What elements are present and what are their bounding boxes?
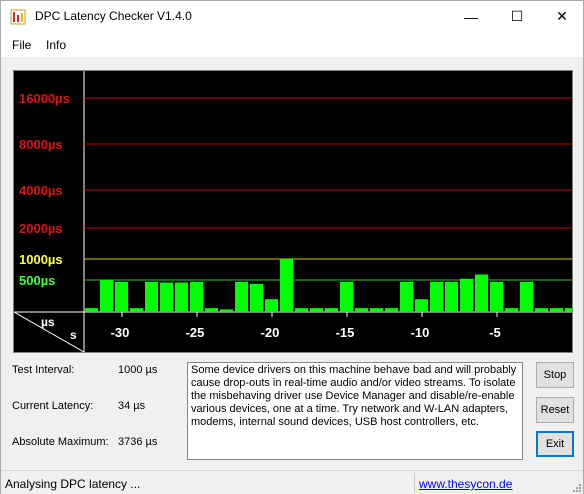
latency-bar: [460, 278, 473, 312]
y-axis-label: 16000µs: [19, 91, 70, 106]
latency-bar: [400, 281, 413, 312]
test-interval-label: Test Interval:: [12, 364, 75, 376]
latency-graph-canvas: µs s 16000µs 8000µs 4000µs 2000µs 1000µs 500µs -…: [14, 71, 572, 352]
latency-bar: [490, 281, 503, 312]
absolute-maximum-label: Absolute Maximum:: [12, 436, 109, 448]
title-bar[interactable]: DPC Latency Checker V1.4.0 — ☐ ✕: [1, 1, 583, 33]
y-axis-label: 2000µs: [19, 221, 63, 236]
latency-bar: [310, 308, 323, 312]
y-axis-label: 1000µs: [19, 252, 63, 267]
x-tick-label: -30: [111, 325, 130, 340]
maximize-button[interactable]: ☐: [494, 1, 540, 32]
x-tick-label: -15: [336, 325, 355, 340]
y-axis-label: 8000µs: [19, 137, 63, 152]
latency-bar: [505, 308, 518, 312]
status-separator: [414, 473, 415, 493]
latency-bar: [370, 308, 383, 312]
latency-bar: [220, 309, 233, 312]
current-latency-label: Current Latency:: [12, 400, 94, 412]
latency-bar: [130, 308, 143, 312]
latency-bar: [160, 282, 173, 312]
latency-bar: [265, 299, 278, 312]
y-axis-label: 500µs: [19, 273, 55, 288]
stop-button[interactable]: Stop: [536, 362, 574, 388]
latency-bar: [295, 308, 308, 312]
minimize-button[interactable]: —: [448, 1, 494, 32]
exit-button[interactable]: Exit: [536, 431, 574, 457]
latency-bar: [325, 308, 338, 312]
x-tick-label: -25: [186, 325, 205, 340]
x-tick-label: -20: [261, 325, 280, 340]
status-bar: Analysing DPC latency ... www.thesycon.d…: [1, 470, 583, 494]
latency-graph: µs s 16000µs 8000µs 4000µs 2000µs 1000µs 500µs -…: [13, 70, 573, 353]
latency-bar: [385, 308, 398, 312]
latency-bar: [565, 308, 572, 312]
current-latency-value: 34 µs: [118, 400, 146, 412]
latency-bar: [205, 308, 218, 312]
corner-unit-us: µs: [41, 315, 55, 329]
resize-grip-icon[interactable]: [571, 482, 581, 492]
latency-bar: [280, 259, 293, 312]
minimize-icon: —: [464, 8, 478, 25]
website-link[interactable]: www.thesycon.de: [419, 477, 512, 491]
latency-bar: [115, 281, 128, 312]
menu-file[interactable]: File: [12, 38, 31, 52]
menu-bar: File Info: [1, 33, 583, 57]
latency-bar: [190, 281, 203, 312]
corner-unit-s: s: [70, 328, 77, 342]
menu-info[interactable]: Info: [46, 38, 66, 52]
latency-bar: [85, 308, 98, 312]
latency-bar: [550, 308, 563, 312]
latency-bar: [415, 299, 428, 312]
latency-bar: [340, 281, 353, 312]
test-interval-value: 1000 µs: [118, 364, 158, 376]
x-tick-label: -10: [411, 325, 430, 340]
latency-bar: [235, 281, 248, 312]
latency-bar: [430, 281, 443, 312]
latency-bar: [145, 281, 158, 312]
status-text: Analysing DPC latency ...: [5, 477, 141, 491]
latency-bar: [445, 281, 458, 312]
latency-bar: [250, 283, 263, 312]
latency-bar: [100, 279, 113, 312]
maximize-icon: ☐: [510, 8, 524, 24]
x-tick-label: -5: [489, 325, 501, 340]
reset-button[interactable]: Reset: [536, 397, 574, 423]
window-title: DPC Latency Checker V1.4.0: [35, 9, 192, 23]
latency-bar: [475, 274, 488, 312]
info-text-box[interactable]: Some device drivers on this machine beha…: [187, 362, 523, 460]
close-icon: ✕: [556, 8, 568, 24]
latency-bar: [535, 308, 548, 312]
close-button[interactable]: ✕: [539, 1, 584, 32]
absolute-maximum-value: 3736 µs: [118, 436, 158, 448]
latency-bar: [355, 308, 368, 312]
app-window: DPC Latency Checker V1.4.0 — ☐ ✕ File In…: [0, 0, 584, 494]
latency-bar: [520, 281, 533, 312]
app-icon: [10, 9, 26, 25]
latency-bar: [175, 282, 188, 312]
y-axis-label: 4000µs: [19, 183, 63, 198]
